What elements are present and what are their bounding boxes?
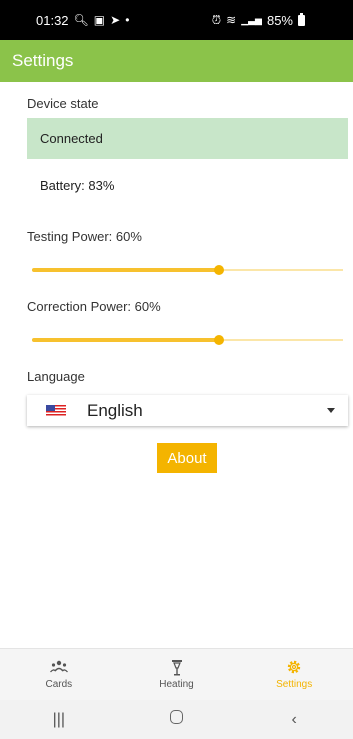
- battery-status: Battery: 83%: [27, 165, 348, 206]
- connection-status: Connected: [27, 118, 348, 159]
- status-right: ⏰︎ ≋ ▁▃▅ 85%: [211, 12, 305, 28]
- gear-icon: [286, 659, 302, 676]
- send-icon: ➤: [110, 13, 121, 27]
- slider-thumb[interactable]: [213, 265, 224, 275]
- language-select[interactable]: English: [27, 395, 348, 426]
- nav-label-cards: Cards: [45, 679, 73, 690]
- connection-status-text: Connected: [40, 131, 103, 146]
- about-button[interactable]: About: [157, 443, 217, 473]
- alarm-icon: ⏰︎: [211, 13, 222, 27]
- language-label: Language: [27, 369, 85, 384]
- testing-power-slider[interactable]: [32, 264, 343, 276]
- slider-fill: [32, 268, 219, 272]
- device-state-label: Device state: [27, 96, 99, 111]
- system-nav-bar: ||| ‹: [0, 700, 353, 739]
- recent-apps-icon[interactable]: |||: [39, 711, 79, 729]
- app-bar: Settings: [0, 40, 353, 82]
- status-time: 01:32: [36, 12, 69, 28]
- language-selected: English: [87, 400, 143, 420]
- gallery-icon: ▣: [93, 13, 106, 27]
- battery-status-text: Battery: 83%: [40, 178, 115, 193]
- page-title: Settings: [12, 51, 74, 70]
- nav-item-cards[interactable]: Cards: [0, 649, 118, 700]
- nav-item-heating[interactable]: Heating: [118, 649, 236, 700]
- battery-percent: 85%: [266, 12, 293, 28]
- slider-fill: [32, 338, 219, 342]
- testing-power-label: Testing Power: 60%: [27, 229, 142, 244]
- lamp-icon: [171, 659, 183, 676]
- nav-label-heating: Heating: [159, 679, 194, 690]
- battery-icon: [298, 12, 305, 26]
- status-left: 01:32 🔍︎ ▣ ➤ •: [36, 13, 129, 28]
- people-icon: [49, 659, 68, 676]
- status-bar: 01:32 🔍︎ ▣ ➤ • ⏰︎ ≋ ▁▃▅ 85%: [0, 0, 353, 40]
- nav-item-settings[interactable]: Settings: [235, 649, 353, 700]
- slider-thumb[interactable]: [213, 335, 224, 345]
- correction-power-slider[interactable]: [32, 334, 343, 346]
- chevron-down-icon: [327, 408, 335, 413]
- us-flag-icon: [46, 405, 66, 416]
- signal-icon: ▁▃▅: [241, 14, 262, 25]
- dot-icon: •: [125, 13, 130, 27]
- correction-power-label: Correction Power: 60%: [27, 299, 161, 314]
- search-icon: 🔍︎: [73, 13, 89, 27]
- nav-label-settings: Settings: [276, 679, 313, 690]
- back-icon[interactable]: ‹: [274, 711, 314, 729]
- bottom-nav: Cards Heating Settings: [0, 648, 353, 700]
- wifi-icon: ≋: [226, 13, 237, 27]
- home-icon[interactable]: [156, 710, 196, 729]
